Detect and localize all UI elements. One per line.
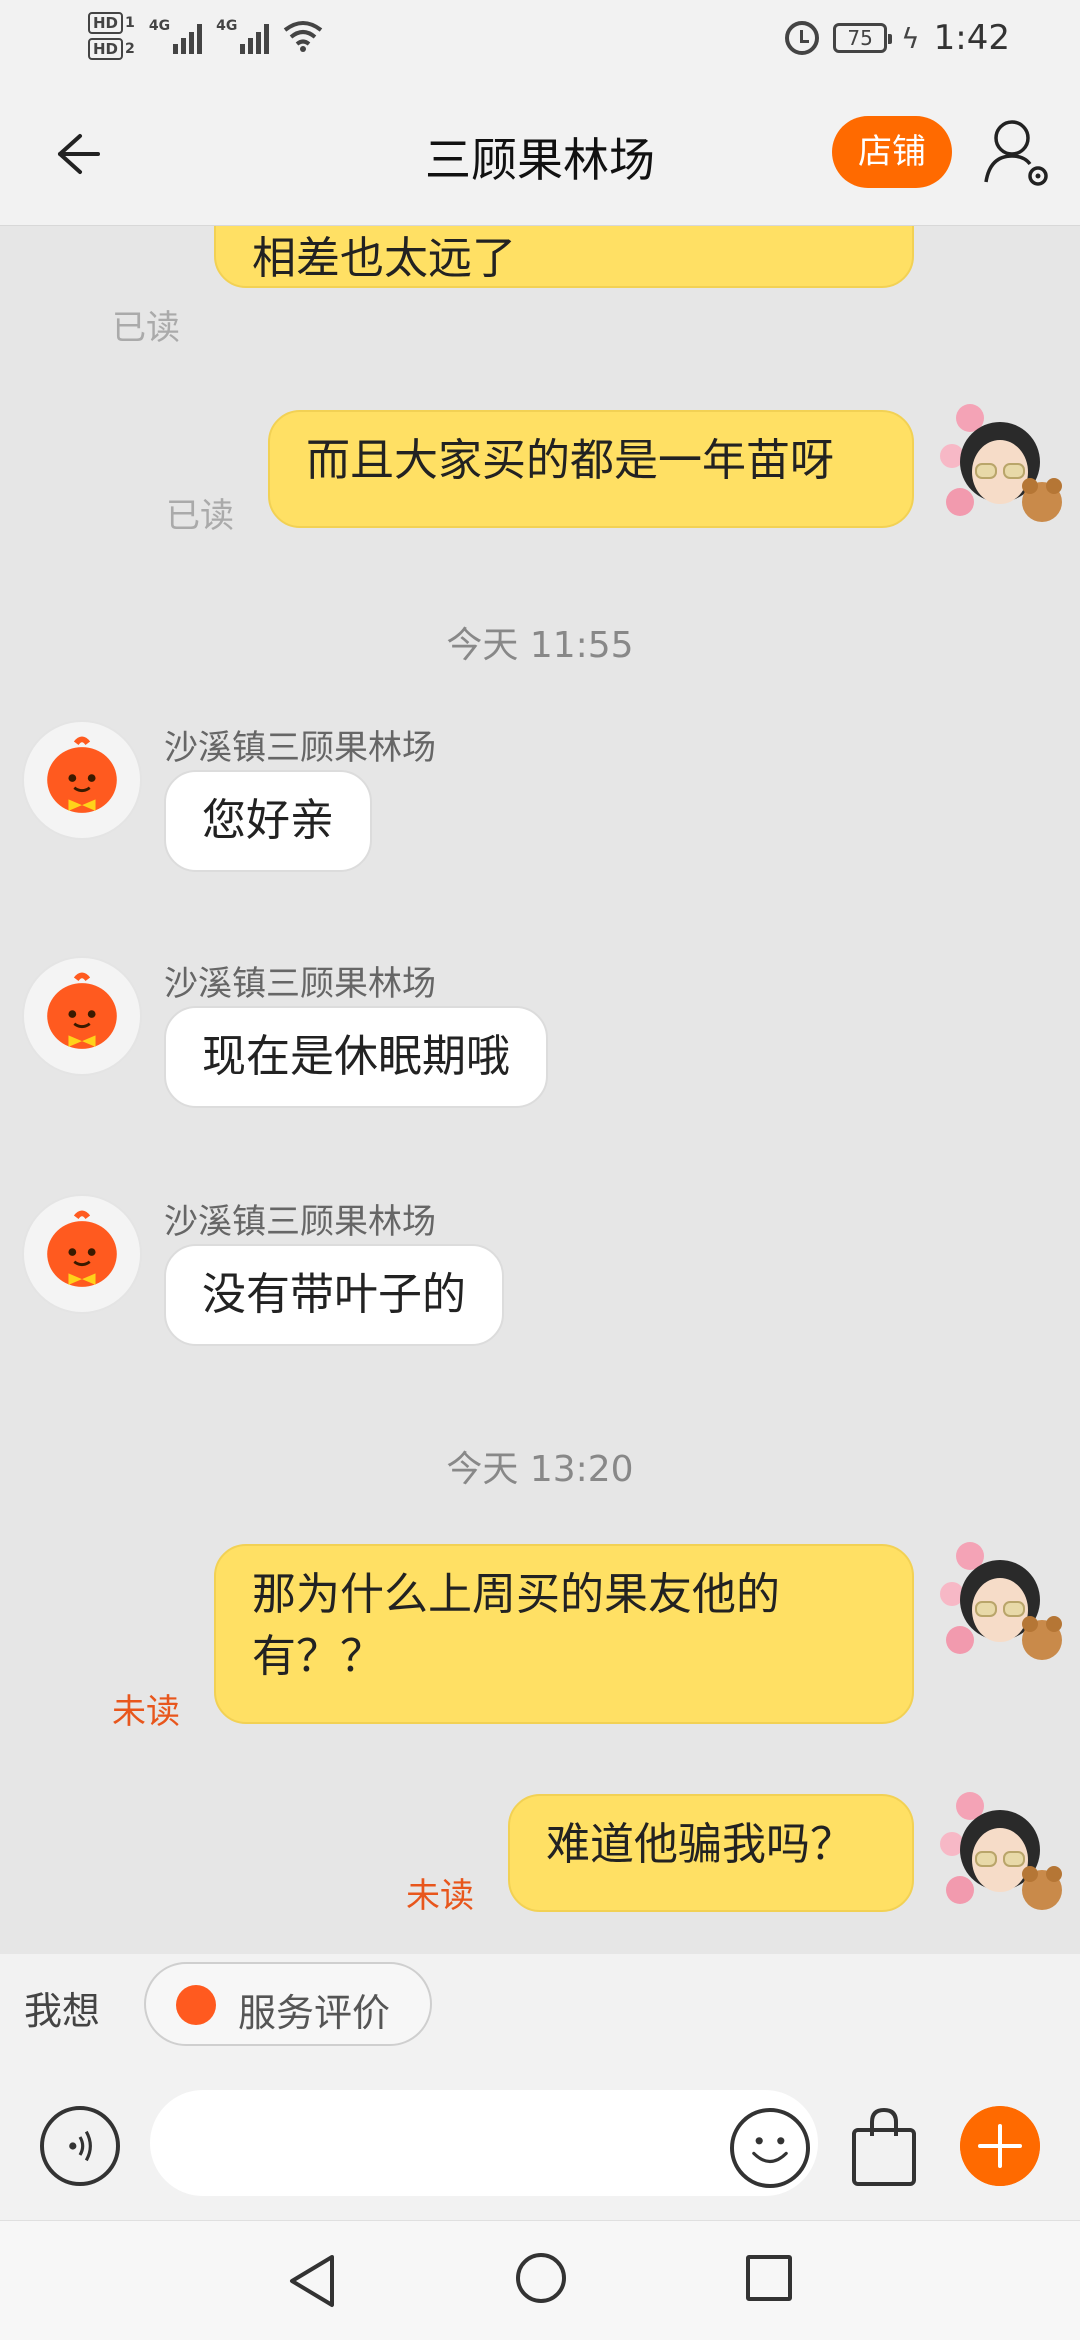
hd-sub-2: 2	[125, 41, 135, 57]
status-right: 75 ϟ 1:42	[785, 18, 1010, 58]
signal-icon-2: 4G	[216, 18, 270, 54]
charging-icon: ϟ	[901, 21, 920, 55]
hd-label-1: HD	[88, 12, 124, 34]
message-bubble-me[interactable]: 而且大家买的都是一年苗呀	[268, 410, 914, 528]
shop-avatar[interactable]	[22, 1194, 142, 1314]
my-avatar[interactable]	[930, 1536, 1070, 1666]
my-avatar[interactable]	[930, 1786, 1070, 1916]
read-status: 已读	[112, 308, 180, 348]
quick-actions-bar: 我想 服务评价	[0, 1954, 1080, 2050]
emoji-icon[interactable]	[730, 2108, 810, 2188]
network-label-2: 4G	[216, 18, 238, 34]
my-avatar[interactable]	[930, 398, 1070, 528]
message-bubble-me[interactable]: 那为什么上周买的果友他的 有？？	[214, 1544, 914, 1724]
nav-home-icon[interactable]	[516, 2253, 566, 2303]
shop-button[interactable]: 店铺	[832, 116, 952, 188]
shop-avatar[interactable]	[22, 720, 142, 840]
plus-icon[interactable]	[960, 2106, 1040, 2186]
hd-sub-1: 1	[125, 15, 135, 31]
user-settings-icon[interactable]	[982, 114, 1052, 190]
unread-status: 未读	[406, 1876, 474, 1916]
service-review-button[interactable]: 服务评价	[144, 1962, 432, 2046]
message-bubble-them[interactable]: 没有带叶子的	[164, 1244, 504, 1346]
chat-area[interactable]: 没想到自己收到的是这样的， 相差也太远了 已读 而且大家买的都是一年苗呀 已读 …	[0, 226, 1080, 1954]
message-bubble-them[interactable]: 现在是休眠期哦	[164, 1006, 548, 1108]
message-bubble-them[interactable]: 您好亲	[164, 770, 372, 872]
system-nav-bar	[0, 2220, 1080, 2340]
shop-avatar[interactable]	[22, 956, 142, 1076]
wifi-icon	[284, 21, 323, 52]
time-divider: 今天 11:55	[446, 625, 634, 666]
nav-recent-apps-icon[interactable]	[746, 2255, 792, 2301]
nav-back-icon[interactable]	[284, 2251, 340, 2311]
network-label-1: 4G	[148, 18, 171, 34]
unread-status: 未读	[112, 1692, 180, 1732]
message-bubble-me[interactable]: 没想到自己收到的是这样的， 相差也太远了	[214, 226, 914, 288]
sender-name: 沙溪镇三顾果林场	[164, 728, 436, 768]
message-input[interactable]	[150, 2090, 818, 2196]
sender-name: 沙溪镇三顾果林场	[164, 964, 436, 1004]
sender-name: 沙溪镇三顾果林场	[164, 1202, 436, 1242]
flower-icon	[176, 1985, 216, 2025]
clock: 1:42	[933, 18, 1010, 58]
quick-label: 我想	[24, 1989, 101, 2033]
hd-label-2: HD	[88, 38, 124, 60]
status-bar: HD 1 HD 2 4G 4G 75 ϟ 1:42	[0, 0, 1080, 86]
hd-indicators: HD 1 HD 2	[88, 12, 135, 60]
message-bubble-me[interactable]: 难道他骗我吗？	[508, 1794, 914, 1912]
hd-indicator-1: HD 1	[88, 12, 135, 34]
battery-icon: 75	[833, 23, 893, 53]
chat-header: 三顾果林场 店铺	[0, 86, 1080, 226]
read-status: 已读	[166, 496, 234, 536]
hd-indicator-2: HD 2	[88, 38, 135, 60]
service-review-label: 服务评价	[238, 1991, 391, 2035]
voice-input-icon[interactable]	[40, 2106, 120, 2186]
input-bar	[0, 2050, 1080, 2220]
alarm-icon	[785, 21, 820, 55]
time-divider: 今天 13:20	[446, 1449, 634, 1490]
shopping-bag-icon[interactable]	[848, 2106, 920, 2190]
signal-icon-1: 4G	[148, 18, 203, 54]
status-left: HD 1 HD 2 4G 4G	[88, 12, 323, 60]
